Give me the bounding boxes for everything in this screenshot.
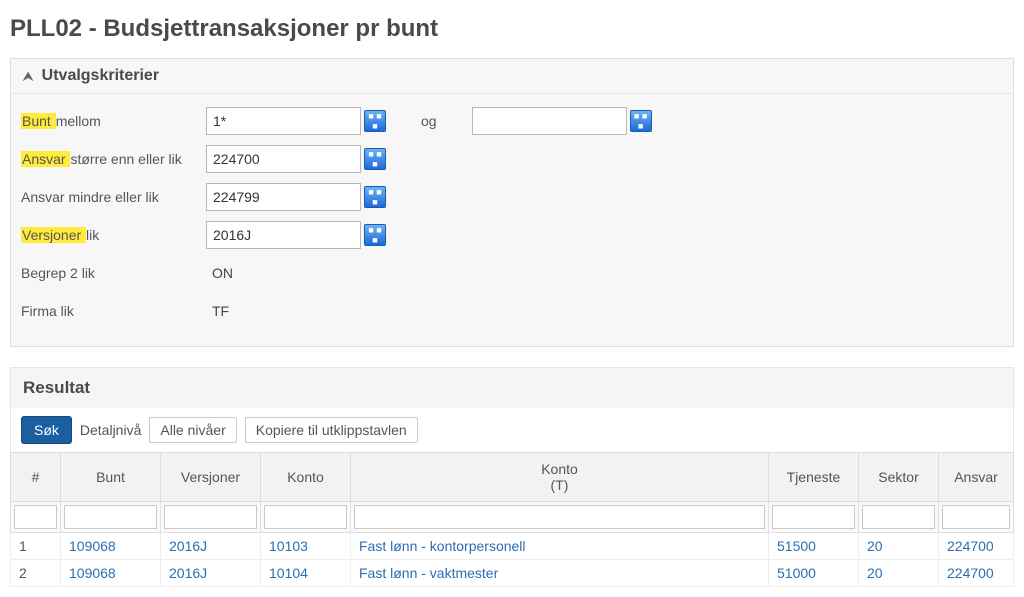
cell-konto[interactable]: 10104 [261,560,351,587]
filter-konto[interactable] [264,505,347,529]
table-row[interactable]: 2 109068 2016J 10104 Fast lønn - vaktmes… [11,560,1014,587]
lookup-bunt-to-icon[interactable]: ■ ■ ■ [630,110,652,132]
row-bunt: Bunt mellom ■ ■ ■ og ■ ■ ■ [21,106,1003,136]
cell-versjoner[interactable]: 2016J [161,533,261,560]
input-bunt-from[interactable] [206,107,361,135]
lookup-bunt-from-icon[interactable]: ■ ■ ■ [364,110,386,132]
cell-idx: 1 [11,533,61,560]
lookup-ansvar-ge-icon[interactable]: ■ ■ ■ [364,148,386,170]
table-row[interactable]: 1 109068 2016J 10103 Fast lønn - kontorp… [11,533,1014,560]
hl-versjoner: Versjoner [21,227,86,243]
criteria-panel: ⮝ Utvalgskriterier Bunt mellom ■ ■ ■ og … [10,58,1014,347]
label-og: og [421,113,437,129]
cell-sektor[interactable]: 20 [859,560,939,587]
result-header: Resultat [10,367,1014,408]
copy-clipboard-button[interactable]: Kopiere til utklippstavlen [245,417,418,443]
col-hash[interactable]: # [11,453,61,502]
value-begrep: ON [206,265,233,281]
hl-ansvar: Ansvar [21,151,70,167]
filter-tjeneste[interactable] [772,505,855,529]
cell-ansvar[interactable]: 224700 [939,533,1014,560]
row-firma: Firma lik TF [21,296,1003,326]
label-versjoner: Versjoner lik [21,227,206,243]
criteria-title: Utvalgskriterier [42,67,159,84]
col-konto-t[interactable]: Konto (T) [351,453,769,502]
row-ansvar-ge: Ansvar større enn eller lik ■ ■ ■ [21,144,1003,174]
cell-idx: 2 [11,560,61,587]
value-firma: TF [206,303,229,319]
row-ansvar-le: Ansvar mindre eller lik ■ ■ ■ [21,182,1003,212]
label-ansvar-ge: Ansvar større enn eller lik [21,151,206,167]
row-versjoner: Versjoner lik ■ ■ ■ [21,220,1003,250]
col-konto[interactable]: Konto [261,453,351,502]
cell-tjeneste[interactable]: 51000 [769,560,859,587]
filter-konto-t[interactable] [354,505,765,529]
input-ansvar-le[interactable] [206,183,361,211]
result-toolbar: Søk Detaljnivå Alle nivåer Kopiere til u… [10,408,1014,452]
label-begrep: Begrep 2 lik [21,265,206,281]
input-versjoner[interactable] [206,221,361,249]
search-button[interactable]: Søk [21,416,72,444]
col-ansvar[interactable]: Ansvar [939,453,1014,502]
row-begrep: Begrep 2 lik ON [21,258,1003,288]
col-sektor[interactable]: Sektor [859,453,939,502]
input-ansvar-ge[interactable] [206,145,361,173]
hl-bunt: Bunt [21,113,56,129]
filter-bunt[interactable] [64,505,157,529]
cell-tjeneste[interactable]: 51500 [769,533,859,560]
col-tjeneste[interactable]: Tjeneste [769,453,859,502]
cell-konto-t[interactable]: Fast lønn - kontorpersonell [351,533,769,560]
col-bunt[interactable]: Bunt [61,453,161,502]
filter-hash[interactable] [14,505,57,529]
filter-row [11,502,1014,533]
filter-sektor[interactable] [862,505,935,529]
input-bunt-to[interactable] [472,107,627,135]
cell-bunt[interactable]: 109068 [61,533,161,560]
cell-sektor[interactable]: 20 [859,533,939,560]
collapse-icon: ⮝ [23,69,33,84]
criteria-header[interactable]: ⮝ Utvalgskriterier [11,59,1013,94]
lookup-versjoner-icon[interactable]: ■ ■ ■ [364,224,386,246]
cell-bunt[interactable]: 109068 [61,560,161,587]
label-ansvar-le: Ansvar mindre eller lik [21,189,206,205]
page-title: PLL02 - Budsjettransaksjoner pr bunt [10,15,1014,43]
detail-level-label: Detaljnivå [80,422,141,438]
cell-konto-t[interactable]: Fast lønn - vaktmester [351,560,769,587]
cell-konto[interactable]: 10103 [261,533,351,560]
filter-ansvar[interactable] [942,505,1010,529]
all-levels-button[interactable]: Alle nivåer [149,417,236,443]
lookup-ansvar-le-icon[interactable]: ■ ■ ■ [364,186,386,208]
result-table: # Bunt Versjoner Konto Konto (T) Tjenest… [10,452,1014,587]
col-versjoner[interactable]: Versjoner [161,453,261,502]
cell-ansvar[interactable]: 224700 [939,560,1014,587]
cell-versjoner[interactable]: 2016J [161,560,261,587]
label-bunt: Bunt mellom [21,113,206,129]
label-firma: Firma lik [21,303,206,319]
filter-versjoner[interactable] [164,505,257,529]
